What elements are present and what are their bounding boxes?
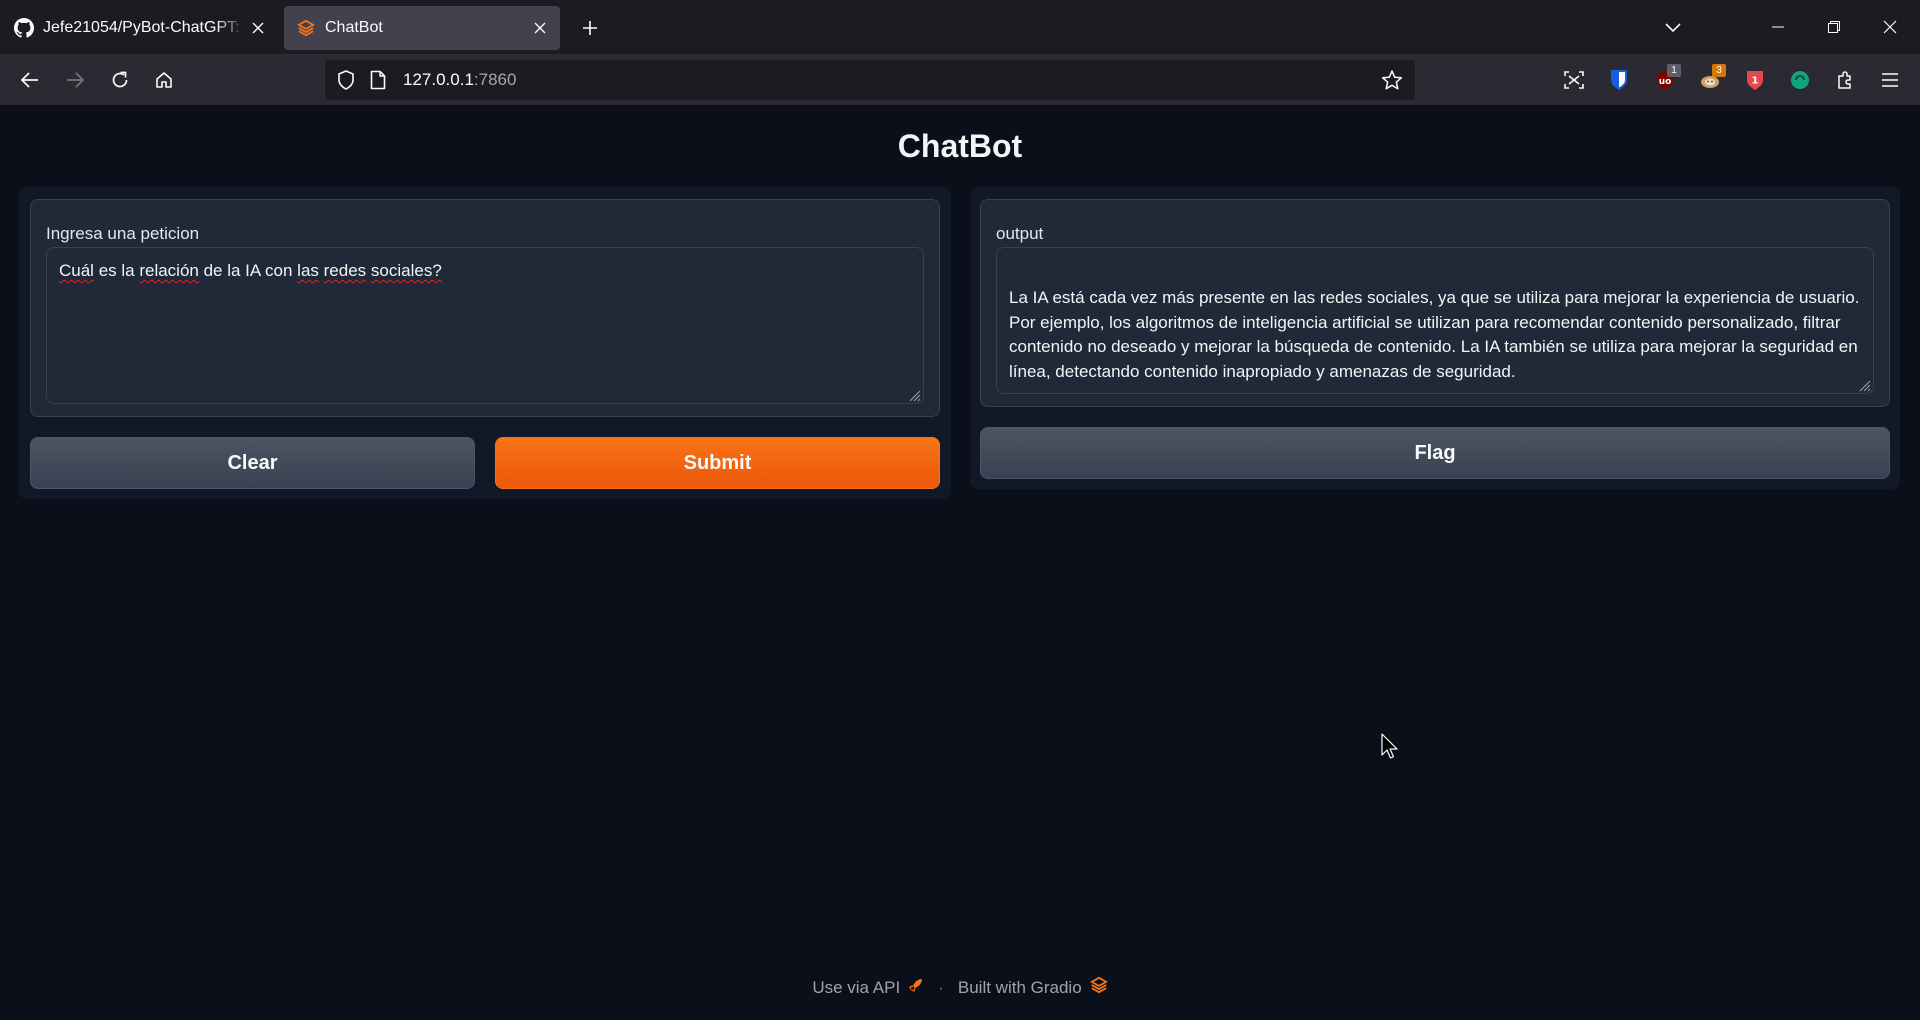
output-text: La IA está cada vez más presente en las … — [1009, 288, 1860, 381]
extensions-puzzle-icon[interactable] — [1829, 64, 1861, 96]
submit-button[interactable]: Submit — [495, 437, 940, 489]
url-bar[interactable]: 127.0.0.1:7860 — [325, 60, 1415, 100]
new-tab-icon[interactable] — [575, 13, 605, 43]
github-icon — [14, 18, 34, 38]
svg-text:uo: uo — [1659, 77, 1672, 87]
bitwarden-icon[interactable] — [1603, 64, 1635, 96]
footer: Use via API · Built with Gradio — [0, 976, 1920, 999]
rocket-icon — [908, 977, 924, 998]
back-icon[interactable] — [12, 62, 48, 98]
tracking-protection-icon[interactable] — [337, 70, 355, 95]
close-tab-icon[interactable] — [528, 16, 552, 40]
input-word: relación — [139, 261, 199, 280]
output-block: output La IA está cada vez más presente … — [980, 199, 1890, 407]
tab-title: Jefe21054/PyBot-ChatGPT: Stand — [43, 19, 246, 36]
shield-badge-text: 1 — [1752, 76, 1759, 87]
clear-button[interactable]: Clear — [30, 437, 475, 489]
resize-handle-icon[interactable] — [905, 385, 921, 402]
use-via-api-link[interactable]: Use via API — [812, 978, 900, 998]
input-panel: Ingresa una peticion Cuál es la relación… — [19, 187, 951, 499]
url-port: :7860 — [473, 70, 517, 89]
screenshot-icon[interactable] — [1558, 64, 1590, 96]
bookmark-star-icon[interactable] — [1381, 69, 1403, 96]
url-host: 127.0.0.1 — [403, 70, 474, 89]
sloth-icon[interactable]: 3 — [1694, 64, 1726, 96]
input-word: las — [297, 261, 319, 280]
close-window-icon[interactable] — [1862, 0, 1918, 54]
footer-separator: · — [938, 977, 944, 997]
navigation-toolbar: 127.0.0.1:7860 uo 1 3 1 — [0, 54, 1920, 106]
output-textarea[interactable]: La IA está cada vez más presente en las … — [996, 247, 1874, 394]
input-word: sociales? — [370, 261, 442, 280]
tab-title: ChatBot — [325, 19, 383, 36]
extension-badge: 3 — [1712, 64, 1726, 77]
built-with-gradio-link[interactable]: Built with Gradio — [958, 978, 1082, 998]
input-block: Ingresa una peticion Cuál es la relación… — [30, 199, 940, 417]
input-word: es la — [93, 261, 140, 280]
tab-github[interactable]: Jefe21054/PyBot-ChatGPT: Stand — [2, 6, 278, 50]
gradio-logo-icon — [1089, 976, 1108, 999]
url-text: 127.0.0.1:7860 — [403, 60, 516, 100]
mouse-cursor-icon — [1381, 733, 1401, 766]
home-icon[interactable] — [146, 62, 182, 98]
close-tab-icon[interactable] — [246, 16, 270, 40]
extension-badge: 1 — [1667, 64, 1681, 77]
input-word: Cuál — [59, 261, 94, 280]
resize-handle-icon[interactable] — [1855, 375, 1871, 392]
output-panel: output La IA está cada vez más presente … — [970, 187, 1900, 489]
ublock-icon[interactable]: uo 1 — [1649, 64, 1681, 96]
forward-icon[interactable] — [57, 62, 93, 98]
page-info-icon[interactable] — [370, 70, 386, 95]
app-menu-icon[interactable] — [1874, 64, 1906, 96]
reload-icon[interactable] — [102, 62, 138, 98]
restore-icon[interactable] — [1806, 0, 1862, 54]
list-all-tabs-icon[interactable] — [1658, 14, 1688, 42]
page-title: ChatBot — [897, 128, 1023, 164]
green-circle-icon[interactable] — [1784, 64, 1816, 96]
input-label: Ingresa una peticion — [46, 224, 200, 243]
input-word: redes — [323, 261, 367, 280]
minimize-icon[interactable] — [1750, 0, 1806, 54]
output-label: output — [996, 224, 1044, 243]
input-word: de la IA con — [198, 261, 298, 280]
flag-button[interactable]: Flag — [980, 427, 1890, 479]
tab-strip: Jefe21054/PyBot-ChatGPT: Stand ChatBot — [0, 0, 1920, 54]
gradio-icon — [296, 18, 316, 38]
prompt-textarea[interactable]: Cuál es la relación de la IA con las red… — [46, 247, 924, 404]
tab-chatbot[interactable]: ChatBot — [284, 6, 560, 50]
shield-red-icon[interactable]: 1 — [1739, 64, 1771, 96]
